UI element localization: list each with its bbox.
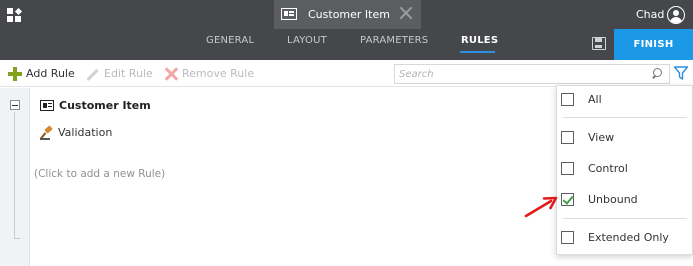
add-rule-button[interactable]: Add Rule bbox=[8, 67, 78, 81]
collapse-icon[interactable] bbox=[10, 100, 20, 110]
rule-root-name: Customer Item bbox=[59, 99, 151, 112]
add-new-rule-hint[interactable]: (Click to add a new Rule) bbox=[34, 168, 165, 180]
filter-option-view[interactable]: View bbox=[557, 124, 692, 152]
tab-general[interactable]: GENERAL bbox=[206, 35, 254, 46]
active-tab-indicator bbox=[460, 51, 495, 53]
checkbox[interactable] bbox=[561, 231, 574, 244]
divider bbox=[563, 218, 687, 219]
close-tab-icon[interactable] bbox=[398, 5, 414, 21]
form-icon bbox=[40, 100, 54, 111]
checkbox-checked[interactable] bbox=[561, 193, 574, 206]
document-tab[interactable]: Customer Item bbox=[274, 0, 421, 29]
save-icon[interactable] bbox=[592, 37, 606, 50]
filter-option-unbound[interactable]: Unbound bbox=[557, 186, 692, 214]
search-input[interactable] bbox=[399, 67, 639, 81]
filter-option-all[interactable]: All bbox=[557, 86, 692, 114]
filter-option-label: All bbox=[588, 93, 602, 106]
tree-gutter bbox=[0, 88, 30, 266]
user-avatar-icon[interactable] bbox=[667, 6, 685, 24]
tab-bar: GENERAL LAYOUT PARAMETERS RULES bbox=[0, 29, 693, 60]
checkbox[interactable] bbox=[561, 93, 574, 106]
form-icon bbox=[281, 8, 297, 20]
title-bar: Customer Item Chad bbox=[0, 0, 693, 29]
tree-connector bbox=[14, 112, 15, 238]
remove-icon bbox=[164, 67, 178, 81]
remove-rule-label: Remove Rule bbox=[182, 67, 255, 80]
tab-rules[interactable]: RULES bbox=[461, 35, 498, 46]
document-tab-title: Customer Item bbox=[308, 8, 390, 21]
validation-label: Validation bbox=[58, 126, 113, 139]
filter-option-label: Control bbox=[588, 162, 628, 175]
filter-option-extended-only[interactable]: Extended Only bbox=[557, 224, 692, 252]
filter-option-control[interactable]: Control bbox=[557, 155, 692, 183]
search-box bbox=[394, 64, 670, 84]
search-icon[interactable] bbox=[651, 68, 663, 80]
tree-connector-end bbox=[14, 238, 20, 239]
pencil-icon bbox=[86, 68, 100, 80]
plus-icon bbox=[8, 67, 22, 81]
filter-option-label: View bbox=[588, 131, 615, 144]
tab-parameters[interactable]: PARAMETERS bbox=[360, 35, 428, 46]
remove-rule-button[interactable]: Remove Rule bbox=[164, 67, 254, 81]
checkbox[interactable] bbox=[561, 131, 574, 144]
app-grid-icon[interactable] bbox=[7, 7, 22, 22]
checkbox[interactable] bbox=[561, 162, 574, 175]
filter-icon[interactable] bbox=[673, 65, 689, 81]
gavel-icon bbox=[39, 125, 54, 140]
tab-layout[interactable]: LAYOUT bbox=[287, 35, 327, 46]
filter-option-label: Unbound bbox=[588, 193, 638, 206]
annotation-arrow-icon bbox=[524, 196, 558, 218]
edit-rule-button[interactable]: Edit Rule bbox=[86, 67, 156, 81]
filter-option-label: Extended Only bbox=[588, 231, 669, 244]
user-name[interactable]: Chad bbox=[636, 8, 664, 21]
add-rule-label: Add Rule bbox=[26, 67, 75, 80]
edit-rule-label: Edit Rule bbox=[104, 67, 153, 80]
finish-button[interactable]: FINISH bbox=[614, 29, 693, 60]
divider bbox=[563, 117, 687, 118]
filter-dropdown: All View Control Unbound Extended Only bbox=[556, 85, 693, 255]
